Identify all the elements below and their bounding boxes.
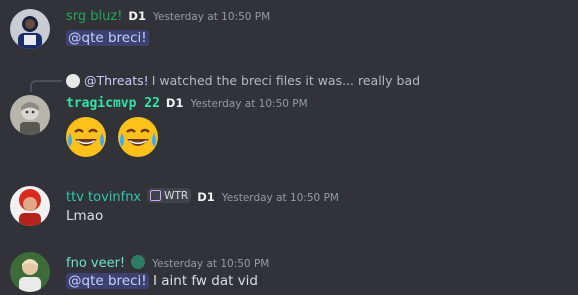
avatar[interactable] bbox=[10, 252, 50, 292]
timestamp: Yesterday at 10:50 PM bbox=[152, 258, 270, 270]
chat-messages: srg bluz! D1 Yesterday at 10:50 PM @qte … bbox=[0, 0, 578, 295]
user-mention[interactable]: @qte breci! bbox=[66, 273, 149, 289]
username[interactable]: fno veer! bbox=[66, 256, 125, 271]
server-badge-icon[interactable] bbox=[131, 255, 146, 269]
message: fno veer! Yesterday at 10:50 PM @qte bre… bbox=[0, 0, 578, 295]
message-text: I aint fw dat vid bbox=[152, 273, 259, 289]
